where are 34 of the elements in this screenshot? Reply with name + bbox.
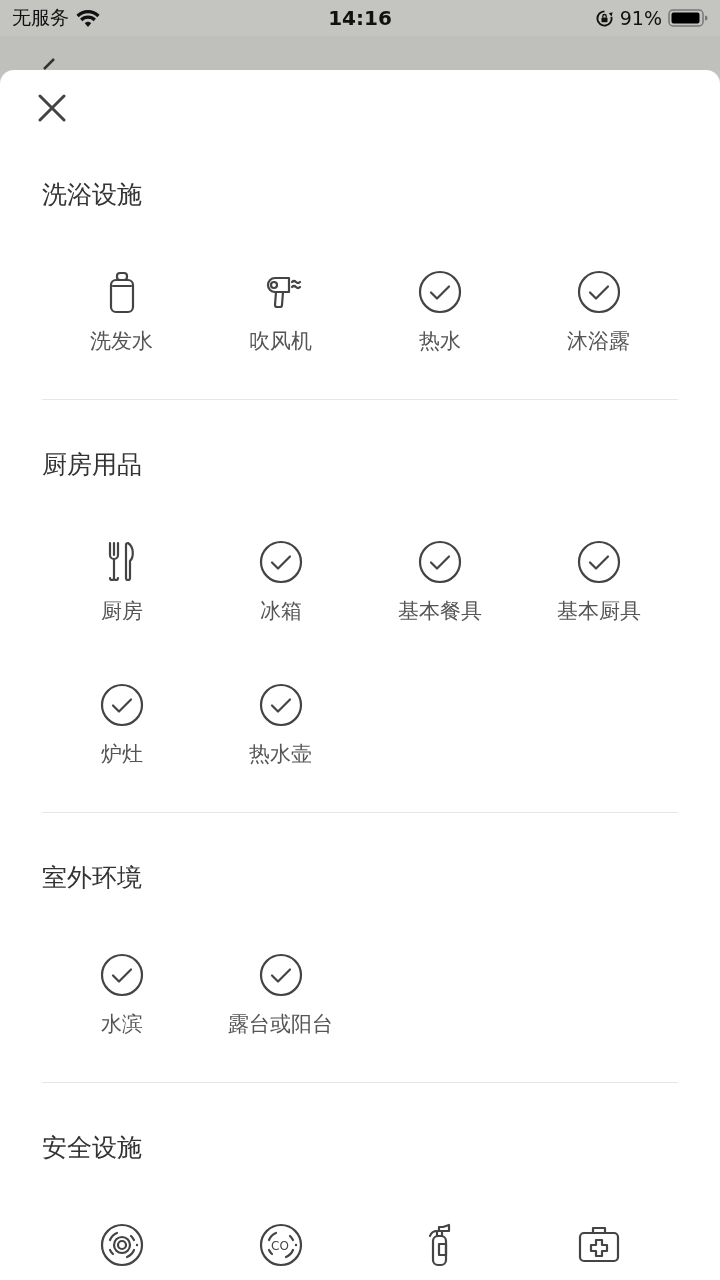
check-circle-icon <box>99 683 144 727</box>
amenity-label: 炉灶 <box>100 741 143 768</box>
check-circle-icon <box>258 683 303 727</box>
amenity-label: 露台或阳台 <box>228 1011 333 1038</box>
amenity-label: 热水 <box>418 328 461 355</box>
amenity-label: 厨房 <box>100 598 143 625</box>
section-title: 厨房用品 <box>42 450 143 480</box>
check-circle-icon <box>99 953 144 997</box>
amenity-label: 洗发水 <box>90 328 153 355</box>
amenity-label: 冰箱 <box>259 598 302 625</box>
carrier-name: 无服务 <box>12 5 69 30</box>
amenity-label: 热水壶 <box>249 741 312 768</box>
clock-time: 14:16 <box>328 6 392 30</box>
close-icon <box>38 94 66 122</box>
check-circle-icon <box>258 953 303 997</box>
amenity-label: 吹风机 <box>249 328 312 355</box>
check-circle-icon <box>417 270 462 314</box>
amenity-label: 水滨 <box>100 1011 143 1038</box>
section-title: 洗浴设施 <box>42 180 143 210</box>
battery-percentage: 91% <box>619 7 662 29</box>
amenity-label: 基本餐具 <box>397 598 482 625</box>
battery-icon <box>668 8 708 28</box>
check-circle-icon <box>576 270 621 314</box>
smoke-detector-icon <box>99 1223 144 1267</box>
amenity-label: 沐浴露 <box>567 328 630 355</box>
check-circle-icon <box>576 540 621 584</box>
rotation-lock-icon <box>594 8 614 28</box>
section-title: 室外环境 <box>42 863 143 893</box>
check-circle-icon <box>258 540 303 584</box>
check-circle-icon <box>417 540 462 584</box>
section-title: 安全设施 <box>42 1133 143 1163</box>
detector-icon: CO <box>258 1223 303 1267</box>
wifi-icon <box>75 8 101 28</box>
amenity-label: 基本厨具 <box>556 598 641 625</box>
